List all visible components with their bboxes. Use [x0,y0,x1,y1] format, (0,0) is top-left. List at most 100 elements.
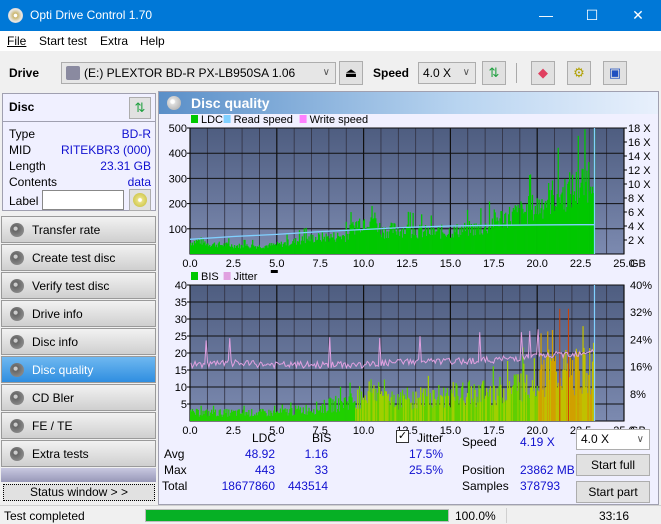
drive-select[interactable]: (E:) PLEXTOR BD-R PX-LB950SA 1.06 ∨ [61,62,336,84]
erase-button[interactable]: ◆ [531,61,555,85]
nav-label: CD Bler [32,391,75,405]
disc-refresh-button[interactable]: ⇅ [129,97,151,119]
max-jitter: 25.5% [408,463,443,477]
menu-help[interactable]: Help [140,34,165,48]
y-tick-label: 5 [181,399,187,411]
disc-icon [10,335,24,349]
y2-tick-label: 10 X [628,179,651,191]
nav-fe-te[interactable]: FE / TE [1,412,156,439]
avg-bis: 1.16 [304,447,328,461]
y2-tick-label: 24% [630,334,652,346]
menu-file[interactable]: File [7,34,26,48]
nav-label: Transfer rate [32,223,101,237]
speed-label: Speed [462,435,497,449]
speed-value: 4.19 X [520,435,555,449]
save-button[interactable]: ▣ [603,61,627,85]
length-label: Length [9,159,46,173]
disc-icon [167,96,181,110]
drive-icon [66,66,80,80]
close-button[interactable]: ✕ [615,0,661,31]
menu-start-test[interactable]: Start test [39,34,87,48]
start-part-button[interactable]: Start part [576,481,650,503]
legend-label: Write speed [310,114,369,126]
x-tick-label: 0.0 [182,258,197,270]
disc-icon [10,307,24,321]
jitter-checkbox[interactable]: ✓ [396,430,409,443]
legend-marker [270,270,278,273]
label-disc-button[interactable] [129,189,151,211]
position-value: 23862 MB [520,463,575,477]
elapsed-time: 33:16 [598,509,629,523]
type-value: BD-R [121,127,151,141]
nav-label: Create test disc [32,251,116,265]
disc-icon [10,251,24,265]
y2-tick-label: 4 X [628,221,645,233]
col-ldc-header: LDC [252,431,277,445]
legend-label: LDC [201,114,223,126]
y2-tick-label: 32% [630,307,652,319]
legend-label: Read speed [234,114,293,126]
x-axis-unit: GB [630,258,646,270]
nav-transfer-rate[interactable]: Transfer rate [1,216,156,243]
samples-value: 378793 [520,479,561,493]
disc-icon [10,447,24,461]
max-ldc: 443 [254,463,275,477]
label-input[interactable] [42,190,124,210]
x-tick-label: 20.0 [526,258,547,270]
y2-tick-label: 8% [630,389,646,401]
y2-tick-label: 2 X [628,235,645,247]
x-tick-label: 10.0 [353,258,374,270]
jitter-header: Jitter [417,431,444,445]
y-tick-label: 35 [175,297,187,309]
progress-label: 100.0% [455,509,496,523]
y-tick-label: 40 [175,280,187,292]
avg-label: Avg [164,447,185,461]
refresh-icon: ⇅ [134,100,146,115]
position-label: Position [462,463,505,477]
nav-label: FE / TE [32,419,73,433]
mid-label: MID [9,143,31,157]
speed-label: Speed [373,66,410,80]
y2-tick-label: 16% [630,362,652,374]
maximize-button[interactable]: ☐ [569,0,615,31]
nav-label: Drive info [32,307,83,321]
eject-icon: ⏏ [344,65,358,80]
nav-disc-info[interactable]: Disc info [1,328,156,355]
minimize-button[interactable]: — [523,0,569,31]
contents-value: data [127,175,151,189]
nav-label: Disc info [32,335,79,349]
speed-select[interactable]: 4.0 X ∨ [418,62,476,84]
avg-jitter: 17.5% [408,447,443,461]
y-tick-label: 10 [175,382,187,394]
disc-quality-panel: Disc quality 100 200 300 400 500 2 X 4 X 6 X 8 X… [158,91,659,505]
samples-label: Samples [462,479,509,493]
nav-label: Verify test disc [32,279,110,293]
legend-swatch [191,115,198,123]
x-tick-label: 12.5 [396,258,417,270]
y-tick-label: 15 [175,365,187,377]
start-full-button[interactable]: Start full [576,454,650,476]
app-icon [8,8,23,23]
status-text: Test completed [4,509,85,523]
refresh-button[interactable]: ⇅ [482,61,506,85]
disc-header: Disc [9,100,35,114]
legend-label: Jitter [234,271,258,283]
nav-cd-bler[interactable]: CD Bler [1,384,156,411]
nav-drive-info[interactable]: Drive info [1,300,156,327]
mid-value: RITEKBR3 (000) [60,143,151,157]
nav-verify-test-disc[interactable]: Verify test disc [1,272,156,299]
chevron-down-icon: ∨ [322,67,330,78]
settings-button[interactable]: ⚙ [567,61,591,85]
nav-disc-quality[interactable]: Disc quality [1,356,156,383]
toolbar: Drive (E:) PLEXTOR BD-R PX-LB950SA 1.06 … [0,51,661,91]
total-ldc: 18677860 [221,479,275,493]
sidebar: Disc ⇅ Type BD-R MID RITEKBR3 (000) Leng… [0,91,158,505]
menu-extra[interactable]: Extra [100,34,128,48]
nav-create-test-disc[interactable]: Create test disc [1,244,156,271]
divider [3,121,155,122]
test-speed-select[interactable]: 4.0 X ∨ [576,429,650,450]
window-title: Opti Drive Control 1.70 [30,8,153,22]
nav-extra-tests[interactable]: Extra tests [1,440,156,467]
status-window-button[interactable]: Status window > > [3,484,155,501]
eject-button[interactable]: ⏏ [339,61,363,85]
